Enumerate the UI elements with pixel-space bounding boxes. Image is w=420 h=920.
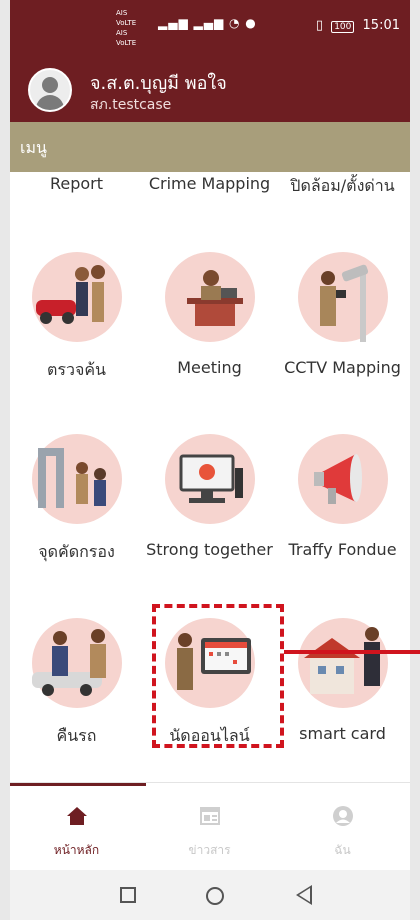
- signal-icons: ▂▄▆ ▂▄▆ ◔ ●: [158, 16, 257, 30]
- avatar-body-icon: [36, 95, 64, 110]
- menu-item-strong-together[interactable]: Strong together: [143, 428, 276, 568]
- strong-together-illustration-icon: [165, 434, 255, 524]
- menu-item-traffy-fondue[interactable]: Traffy Fondue: [276, 428, 409, 568]
- menu-item-label: Strong together: [146, 540, 273, 559]
- menu-item-label: Crime Mapping: [148, 174, 271, 193]
- menu-item-label: ตรวจค้น: [47, 360, 106, 379]
- menu-item-label: Traffy Fondue: [288, 540, 397, 559]
- back-icon[interactable]: [296, 885, 312, 905]
- nav-home[interactable]: หน้าหลัก: [10, 783, 143, 871]
- status-right: ▯ 100 15:01: [316, 18, 400, 33]
- menu-item-vehicle-return[interactable]: คืนรถ: [10, 612, 143, 752]
- battery-icon: 100: [331, 21, 355, 33]
- menu-item-label: Report: [49, 174, 104, 193]
- user-station: สภ.testcase: [90, 97, 172, 113]
- system-nav-bar: [10, 870, 410, 920]
- avatar-head-icon: [42, 77, 58, 93]
- user-name: จ.ส.ต.บุญมี พอใจ: [90, 73, 227, 94]
- annotation-line: [284, 650, 420, 654]
- menu-item-label: Meeting: [177, 358, 242, 377]
- vehicle-return-illustration-icon: [32, 618, 122, 708]
- recents-icon[interactable]: [120, 887, 136, 903]
- smart-card-illustration-icon: [298, 618, 388, 708]
- menu-item-label: smart card: [299, 724, 386, 743]
- menu-bar: เมนู: [10, 122, 410, 172]
- menu-item-label: คืนรถ: [56, 726, 97, 745]
- menu-item-label: ปิดล้อม/ตั้งด่าน: [290, 176, 395, 195]
- nav-me[interactable]: ฉัน: [276, 783, 409, 871]
- menu-item-cctv-mapping[interactable]: CCTV Mapping: [276, 246, 409, 386]
- menu-item-crime-mapping[interactable]: Crime Mapping: [143, 172, 276, 202]
- volte-1: VoLTE: [116, 19, 137, 27]
- avatar[interactable]: [28, 68, 72, 112]
- menu-item-report[interactable]: Report: [10, 172, 143, 202]
- search-illustration-icon: [32, 252, 122, 342]
- cctv-illustration-icon: [298, 252, 388, 342]
- menu-item-label: CCTV Mapping: [284, 358, 401, 377]
- menu-item-screening[interactable]: จุดคัดกรอง: [10, 428, 143, 568]
- home-button-icon[interactable]: [206, 887, 224, 905]
- user-header: จ.ส.ต.บุญมี พอใจ สภ.testcase: [10, 56, 410, 122]
- nav-home-label: หน้าหลัก: [53, 843, 100, 857]
- carrier-2: AIS: [116, 29, 128, 37]
- user-icon: [333, 806, 353, 826]
- nav-me-label: ฉัน: [334, 843, 351, 857]
- nav-news[interactable]: ข่าวสาร: [143, 783, 276, 871]
- carrier-labels: AIS VoLTE AIS VoLTE: [116, 8, 136, 48]
- volte-2: VoLTE: [116, 39, 137, 47]
- clock: 15:01: [362, 18, 400, 33]
- news-icon: [200, 807, 220, 825]
- home-icon: [67, 807, 87, 825]
- bottom-nav: หน้าหลัก ข่าวสาร ฉัน: [10, 782, 410, 870]
- megaphone-illustration-icon: [298, 434, 388, 524]
- nav-news-label: ข่าวสาร: [188, 843, 231, 857]
- carrier-1: AIS: [116, 9, 128, 17]
- meeting-illustration-icon: [165, 252, 255, 342]
- status-bar: AIS VoLTE AIS VoLTE ▂▄▆ ▂▄▆ ◔ ● ▯ 100 15…: [10, 0, 410, 56]
- highlight-box: [152, 604, 284, 748]
- menu-item-label: จุดคัดกรอง: [38, 542, 115, 561]
- vibrate-icon: ▯: [315, 18, 324, 33]
- menu-item-smart-card[interactable]: smart card: [276, 612, 409, 752]
- menu-title: เมนู: [20, 138, 47, 157]
- menu-item-search[interactable]: ตรวจค้น: [10, 246, 143, 386]
- menu-item-checkpoint[interactable]: ปิดล้อม/ตั้งด่าน: [276, 172, 409, 202]
- screening-illustration-icon: [32, 434, 122, 524]
- menu-item-meeting[interactable]: Meeting: [143, 246, 276, 386]
